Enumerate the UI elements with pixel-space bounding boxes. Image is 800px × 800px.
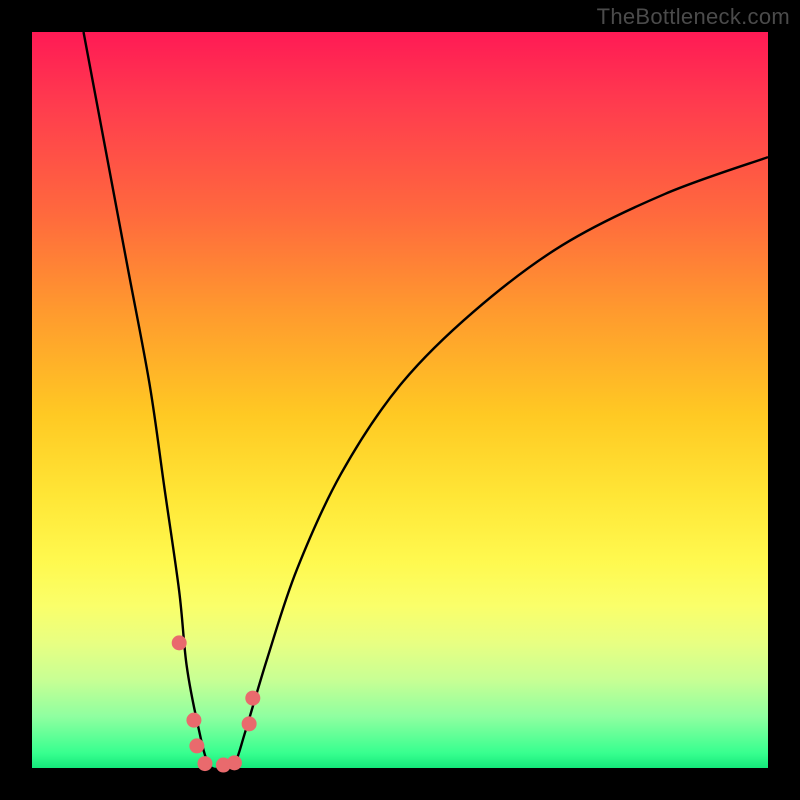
chart-frame: TheBottleneck.com bbox=[0, 0, 800, 800]
bottleneck-curve bbox=[84, 32, 768, 769]
chart-marker bbox=[186, 713, 201, 728]
chart-svg bbox=[32, 32, 768, 768]
chart-marker bbox=[189, 738, 204, 753]
chart-marker bbox=[172, 635, 187, 650]
chart-plot-area bbox=[32, 32, 768, 768]
chart-marker bbox=[245, 691, 260, 706]
chart-marker bbox=[197, 756, 212, 771]
watermark-text: TheBottleneck.com bbox=[597, 4, 790, 30]
chart-marker bbox=[242, 716, 257, 731]
chart-marker bbox=[227, 755, 242, 770]
